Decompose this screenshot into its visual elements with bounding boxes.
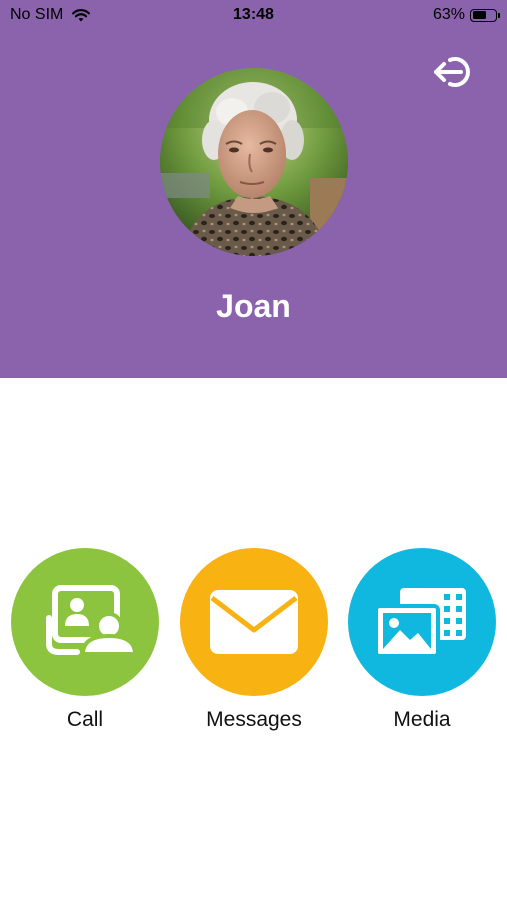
- messages-button[interactable]: [180, 548, 328, 696]
- call-button[interactable]: [11, 548, 159, 696]
- logout-button[interactable]: [430, 52, 482, 92]
- media-icon: [374, 588, 466, 658]
- battery-icon: [470, 8, 500, 22]
- messages-action[interactable]: Messages: [179, 548, 329, 732]
- profile-header: No SIM 13:48 63% Joan: [0, 0, 507, 378]
- envelope-icon: [210, 590, 298, 654]
- status-bar: No SIM 13:48 63%: [0, 0, 507, 32]
- video-call-icon: [46, 585, 138, 656]
- avatar[interactable]: [160, 68, 348, 256]
- battery-percent: 63%: [432, 6, 465, 23]
- profile-name: Joan: [216, 288, 291, 324]
- messages-label: Messages: [206, 708, 302, 731]
- app-screen: No SIM 13:48 63% Joan Call Messages Medi…: [0, 0, 507, 900]
- call-action[interactable]: Call: [10, 548, 160, 732]
- battery-status: 63%: [432, 6, 500, 24]
- media-button[interactable]: [348, 548, 496, 696]
- call-label: Call: [66, 708, 104, 731]
- media-label: Media: [393, 708, 451, 731]
- media-action[interactable]: Media: [347, 548, 497, 732]
- clock: 13:48: [233, 6, 274, 23]
- user-photo: [160, 68, 348, 256]
- battery-level: [472, 11, 486, 19]
- logout-icon: [434, 57, 470, 87]
